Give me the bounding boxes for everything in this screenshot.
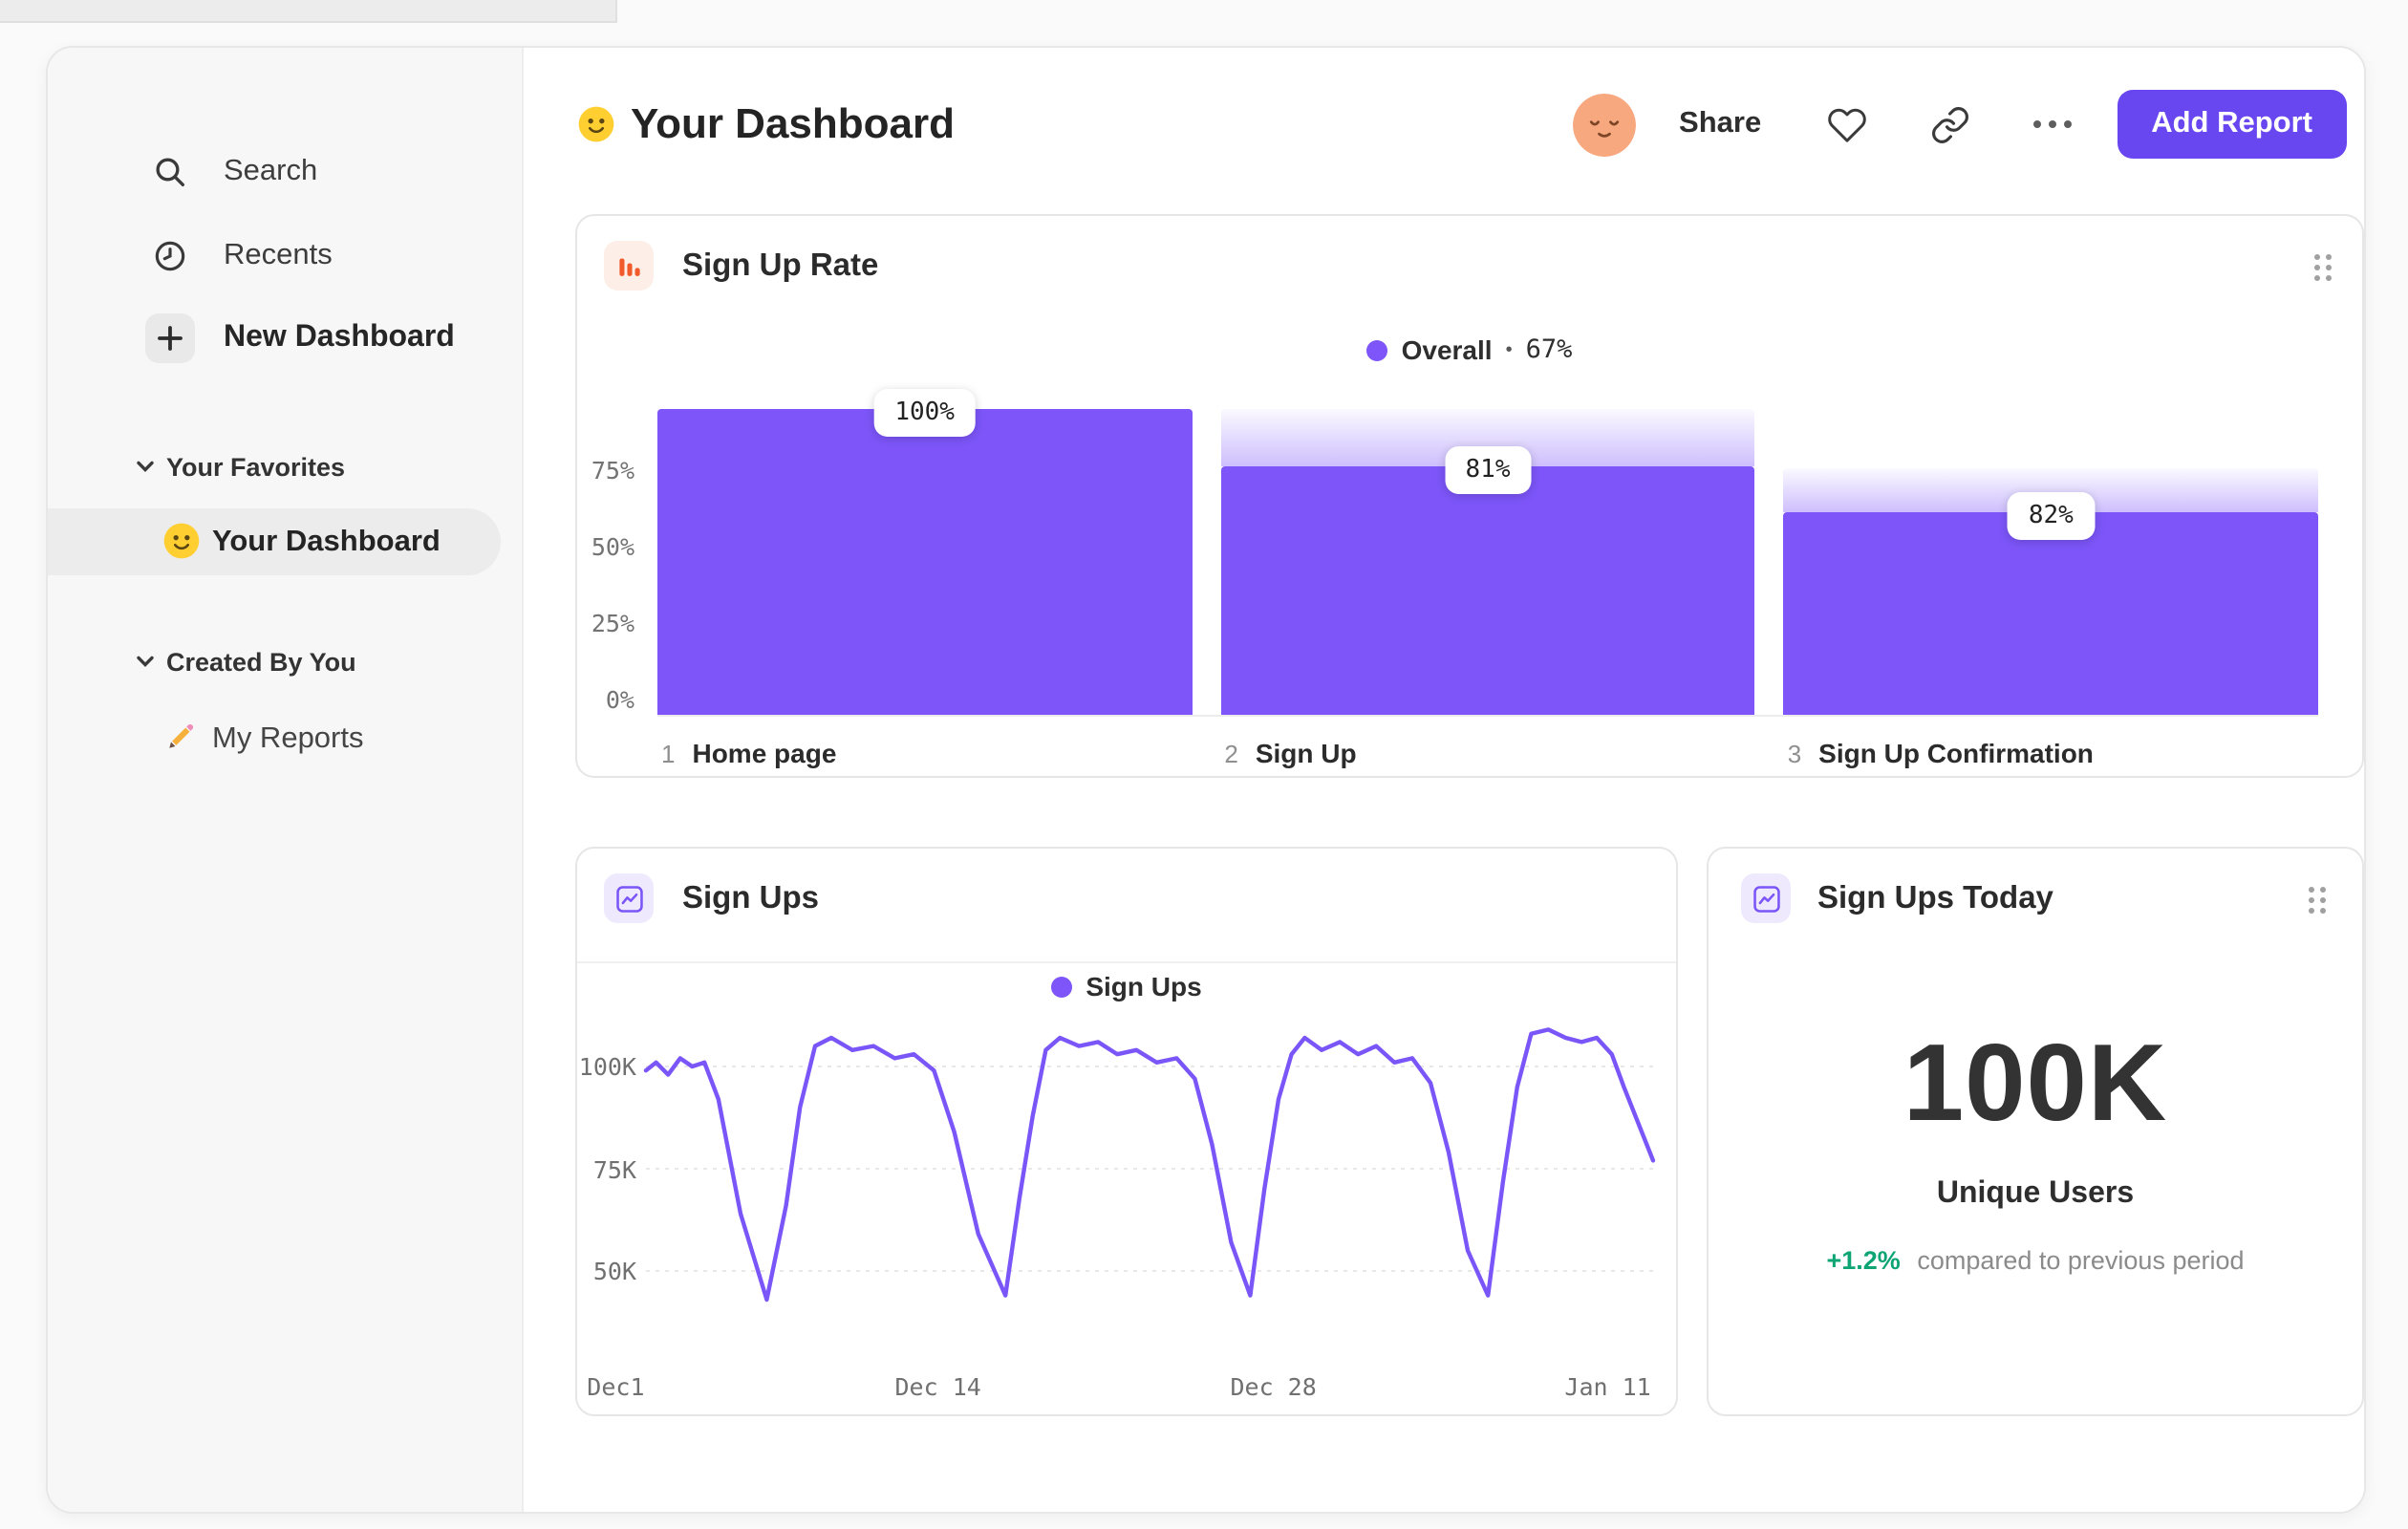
sidebar-item-my-reports[interactable]: My Reports: [48, 705, 501, 772]
legend-value: 67%: [1525, 334, 1573, 365]
smiley-emoji-icon: [162, 522, 201, 560]
pencil-emoji-icon: [162, 719, 201, 757]
conversion-tooltip: 81%: [1444, 446, 1532, 494]
section-created-by-you[interactable]: Created By You: [136, 644, 356, 678]
legend-label: Overall: [1401, 334, 1493, 365]
step-index: 3: [1787, 740, 1802, 768]
favorite-heart-button[interactable]: [1824, 101, 1870, 147]
metric-label: Unique Users: [1936, 1177, 2135, 1210]
metric-value: 100K: [1903, 1023, 2168, 1145]
y-axis: 75% 50% 25% 0%: [577, 394, 642, 715]
legend-dot: [1366, 339, 1388, 360]
step-name: Sign Up Confirmation: [1818, 738, 2094, 768]
y-axis-tick: 75%: [591, 456, 634, 485]
sign-up-rate-card: Sign Up Rate Overall • 67% 75% 50% 25% 0…: [575, 214, 2364, 778]
line-chart[interactable]: 100K 75K 50K Dec1 Dec 14 Dec 28 Jan 11: [577, 1027, 1676, 1401]
step-name: Sign Up: [1255, 738, 1357, 768]
y-axis-tick: 75K: [592, 1154, 636, 1183]
sidebar-item-label: Search: [224, 155, 318, 187]
sidebar-item-label: Your Dashboard: [212, 525, 441, 557]
app-root: Search Recents New Dashboard Your Favori…: [0, 0, 2408, 1529]
legend-label: Sign Ups: [1086, 971, 1202, 1001]
step-name: Home page: [692, 738, 837, 768]
delta-value: +1.2%: [1826, 1246, 1901, 1275]
y-axis-tick: 100K: [578, 1052, 636, 1081]
funnel-step-label: 2 Sign Up: [1224, 738, 1356, 768]
funnel-bar-sign-up-confirmation[interactable]: 82% 3 Sign Up Confirmation: [1783, 394, 2319, 768]
sidebar-item-label: Recents: [224, 239, 333, 271]
sidebar-item-label: My Reports: [212, 721, 364, 754]
y-axis-tick: 25%: [591, 609, 634, 637]
section-your-favorites[interactable]: Your Favorites: [136, 449, 345, 484]
line-chart-icon: [604, 873, 654, 923]
line-legend[interactable]: Sign Ups: [577, 971, 1676, 1001]
funnel-legend[interactable]: Overall • 67%: [577, 334, 2362, 365]
delta-note: compared to previous period: [1917, 1246, 2245, 1275]
more-options-button[interactable]: [2029, 101, 2075, 147]
conversion-tooltip: 100%: [873, 389, 976, 437]
sign-ups-card: Sign Ups Sign Ups 100K 75K 50K Dec1 Dec 14 D…: [575, 847, 1678, 1416]
signups-line-series[interactable]: [643, 1027, 1656, 1303]
legend-dot: [1051, 976, 1073, 997]
sign-ups-today-card: Sign Ups Today 100K Unique Users +1.2% c…: [1707, 847, 2364, 1416]
funnel-step-label: 3 Sign Up Confirmation: [1788, 738, 2094, 768]
share-button[interactable]: Share: [1679, 107, 1761, 141]
x-axis-tick: Dec 14: [894, 1372, 981, 1401]
clock-icon: [145, 231, 195, 281]
x-axis-tick: Dec 28: [1230, 1372, 1317, 1401]
legend-separator: •: [1505, 339, 1513, 360]
drag-handle-icon[interactable]: [2309, 252, 2335, 283]
drag-handle-icon[interactable]: [2303, 885, 2330, 915]
funnel-bar-fill: [1783, 512, 2319, 715]
plus-icon: [145, 313, 195, 363]
funnel-chart-icon: [604, 241, 654, 291]
funnel-step-label: 1 Home page: [661, 738, 836, 768]
sidebar: Search Recents New Dashboard Your Favori…: [48, 48, 524, 1512]
sidebar-item-recents[interactable]: Recents: [48, 222, 522, 291]
chevron-down-icon: [136, 647, 155, 676]
conversion-tooltip: 82%: [2007, 492, 2095, 540]
funnel-bar-fill: [657, 409, 1193, 715]
dashboard-header: Your Dashboard Share Add Report: [577, 78, 2347, 170]
search-icon: [145, 147, 195, 197]
x-axis-baseline: [657, 715, 2318, 717]
sidebar-item-search[interactable]: Search: [48, 138, 522, 206]
divider: [577, 961, 1676, 963]
x-axis-tick: Dec1: [587, 1372, 645, 1401]
funnel-bar-sign-up[interactable]: 81% 2 Sign Up: [1220, 394, 1755, 768]
funnel-bar-fill: [1220, 466, 1755, 715]
funnel-bar-home-page[interactable]: 100% 1 Home page: [657, 389, 1193, 768]
y-axis-tick: 0%: [605, 685, 634, 714]
chevron-down-icon: [136, 452, 155, 481]
section-label: Created By You: [166, 647, 356, 676]
y-axis-tick: 50K: [592, 1257, 636, 1285]
card-title: Sign Ups Today: [1817, 881, 2053, 915]
main-content: Your Dashboard Share Add Report Sign Up …: [524, 48, 2364, 1512]
relieved-face-avatar[interactable]: [1572, 93, 1636, 156]
background-window-edge: [0, 0, 617, 23]
sidebar-item-new-dashboard[interactable]: New Dashboard: [48, 304, 522, 373]
step-index: 2: [1224, 740, 1238, 768]
page-title: Your Dashboard: [631, 99, 956, 147]
funnel-chart[interactable]: 75% 50% 25% 0% 100% 1 Home page 81% 2 Si…: [591, 389, 2319, 780]
y-axis: 100K 75K 50K: [577, 1028, 636, 1342]
line-chart-icon: [1741, 873, 1791, 923]
x-axis-tick: Jan 11: [1564, 1372, 1651, 1401]
y-axis-tick: 50%: [591, 532, 634, 561]
step-index: 1: [661, 740, 676, 768]
dashboard-window: Search Recents New Dashboard Your Favori…: [46, 46, 2366, 1514]
add-report-button[interactable]: Add Report: [2117, 90, 2347, 159]
x-axis: Dec1 Dec 14 Dec 28 Jan 11: [587, 1372, 1653, 1403]
card-title: Sign Up Rate: [682, 248, 879, 283]
line-chart-svg[interactable]: [643, 1027, 1656, 1342]
metric-delta-row: +1.2% compared to previous period: [1709, 1244, 2362, 1277]
smiley-emoji-icon: [577, 105, 615, 143]
funnel-bars[interactable]: 100% 1 Home page 81% 2 Sign Up 82% 3 Sig…: [657, 389, 2319, 768]
sidebar-item-label: New Dashboard: [224, 321, 455, 354]
section-label: Your Favorites: [166, 452, 346, 481]
card-title: Sign Ups: [682, 881, 820, 915]
sidebar-item-your-dashboard[interactable]: Your Dashboard: [48, 508, 501, 575]
copy-link-button[interactable]: [1927, 101, 1973, 147]
